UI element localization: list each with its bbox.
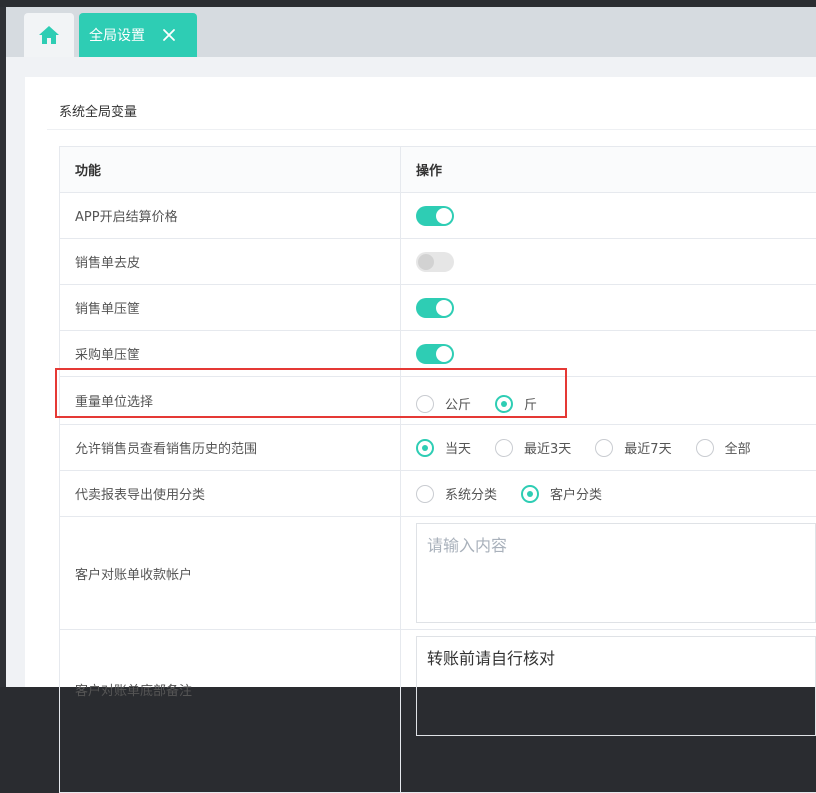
radio-button-icon bbox=[416, 395, 434, 413]
tab-home[interactable] bbox=[24, 13, 74, 57]
radio-button-icon bbox=[521, 485, 539, 503]
sales-tare-switch[interactable] bbox=[416, 252, 454, 272]
row-label: 客户对账单底部备注 bbox=[60, 630, 401, 793]
row-label: 客户对账单收款帐户 bbox=[60, 517, 401, 630]
history-range-radio-7days[interactable]: 最近7天 bbox=[595, 438, 671, 457]
report-category-radio-system[interactable]: 系统分类 bbox=[416, 484, 497, 503]
table-row: 客户对账单底部备注 转账前请自行核对 bbox=[60, 630, 816, 793]
purchase-basket-switch[interactable] bbox=[416, 344, 454, 364]
sales-basket-switch[interactable] bbox=[416, 298, 454, 318]
row-label: 代卖报表导出使用分类 bbox=[60, 471, 401, 517]
radio-button-icon bbox=[495, 439, 513, 457]
table-row: 重量单位选择 公斤 斤 bbox=[60, 377, 816, 425]
home-icon bbox=[38, 25, 60, 45]
history-range-radio-all[interactable]: 全部 bbox=[696, 438, 751, 457]
column-header-feature: 功能 bbox=[60, 147, 401, 193]
radio-button-icon bbox=[416, 485, 434, 503]
table-row: 销售单去皮 bbox=[60, 239, 816, 285]
tab-label: 全局设置 bbox=[89, 25, 145, 45]
statement-footer-textarea[interactable]: 转账前请自行核对 bbox=[416, 636, 816, 736]
row-label: 销售单去皮 bbox=[60, 239, 401, 285]
column-header-action: 操作 bbox=[401, 147, 816, 193]
history-range-radio-today[interactable]: 当天 bbox=[416, 438, 471, 457]
history-range-radio-3days[interactable]: 最近3天 bbox=[495, 438, 571, 457]
app-settlement-price-switch[interactable] bbox=[416, 206, 454, 226]
window-top-bar bbox=[0, 0, 816, 7]
tab-bar: 全局设置 bbox=[6, 7, 816, 57]
row-label: 重量单位选择 bbox=[60, 377, 401, 425]
payment-account-textarea[interactable]: 请输入内容 bbox=[416, 523, 816, 623]
table-row: 采购单压筐 bbox=[60, 331, 816, 377]
row-label: 销售单压筐 bbox=[60, 285, 401, 331]
radio-button-icon bbox=[495, 395, 513, 413]
row-label: 允许销售员查看销售历史的范围 bbox=[60, 425, 401, 471]
table-row: 客户对账单收款帐户 请输入内容 bbox=[60, 517, 816, 630]
radio-button-icon bbox=[416, 439, 434, 457]
table-row: 允许销售员查看销售历史的范围 当天 最近3天 最近7天 全部 bbox=[60, 425, 816, 471]
divider bbox=[47, 129, 816, 130]
report-category-radio-customer[interactable]: 客户分类 bbox=[521, 484, 602, 503]
row-label: 采购单压筐 bbox=[60, 331, 401, 377]
table-row: 销售单压筐 bbox=[60, 285, 816, 331]
radio-button-icon bbox=[696, 439, 714, 457]
settings-card: 系统全局变量 功能 操作 APP开启结算价格 销售单去皮 销售单压筐 bbox=[25, 77, 816, 687]
row-label: APP开启结算价格 bbox=[60, 193, 401, 239]
weight-unit-radio-kg[interactable]: 公斤 bbox=[416, 394, 471, 413]
section-title: 系统全局变量 bbox=[59, 101, 137, 120]
close-icon[interactable] bbox=[162, 28, 176, 42]
table-row: APP开启结算价格 bbox=[60, 193, 816, 239]
weight-unit-radio-jin[interactable]: 斤 bbox=[495, 394, 537, 413]
settings-table: 功能 操作 APP开启结算价格 销售单去皮 销售单压筐 采购单压筐 重量 bbox=[59, 146, 816, 793]
table-row: 代卖报表导出使用分类 系统分类 客户分类 bbox=[60, 471, 816, 517]
tab-global-settings[interactable]: 全局设置 bbox=[79, 13, 197, 57]
radio-button-icon bbox=[595, 439, 613, 457]
